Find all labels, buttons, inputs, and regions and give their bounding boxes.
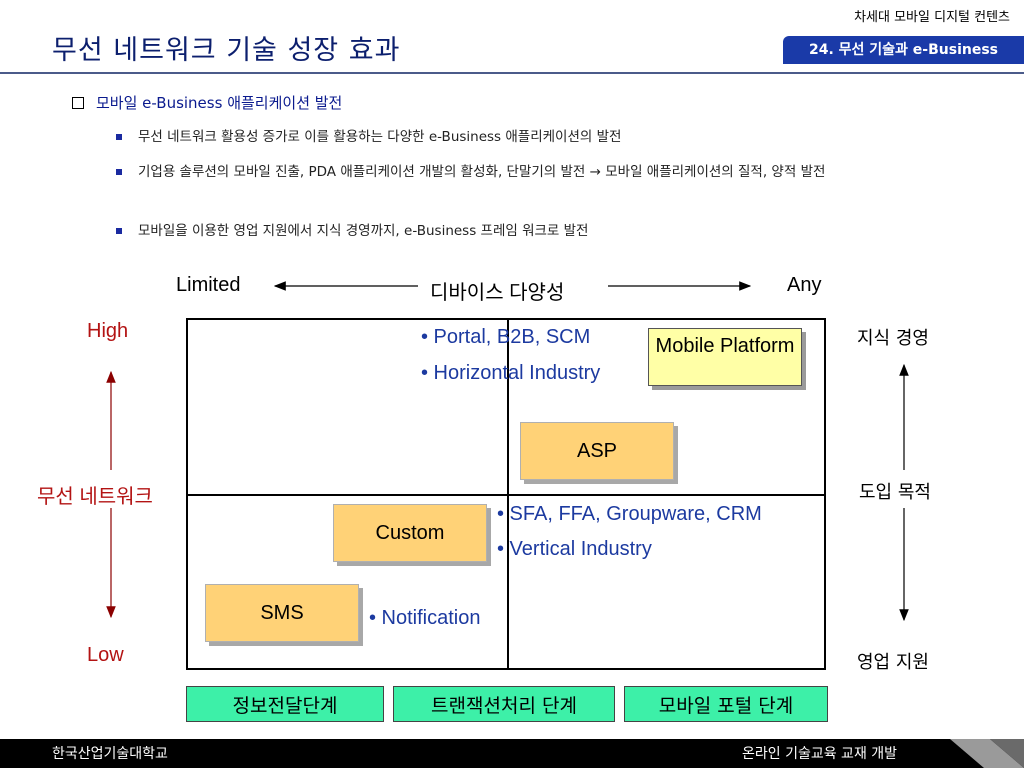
right-axis-label-sales-support: 영업 지원	[857, 652, 929, 673]
box-asp: ASP	[520, 422, 674, 480]
note-sfa-ffa-crm: • SFA, FFA, Groupware, CRM	[497, 503, 762, 525]
y-axis-label-low: Low	[87, 644, 124, 666]
x-axis-label-device-diversity: 디바이스 다양성	[430, 282, 565, 304]
footer-decoration-icon	[950, 739, 1024, 768]
x-axis-label-limited: Limited	[176, 274, 241, 296]
box-custom: Custom	[333, 504, 487, 562]
footer-project: 온라인 기술교육 교재 개발	[742, 746, 898, 762]
stage-transaction-processing: 트랜잭션처리 단계	[393, 686, 615, 722]
note-horizontal-industry: • Horizontal Industry	[421, 362, 601, 384]
stage-mobile-portal: 모바일 포털 단계	[624, 686, 828, 722]
stage-info-delivery: 정보전달단계	[186, 686, 384, 722]
y-axis-label-wireless-network: 무선 네트워크	[37, 486, 153, 508]
right-axis-label-knowledge-mgmt: 지식 경영	[857, 328, 929, 349]
box-mobile-platform: Mobile Platform	[648, 328, 802, 386]
note-notification: • Notification	[369, 607, 481, 629]
x-axis-label-any: Any	[787, 274, 822, 296]
note-vertical-industry: • Vertical Industry	[497, 538, 652, 560]
footer-university: 한국산업기술대학교	[52, 746, 168, 762]
note-portal-b2b-scm: • Portal, B2B, SCM	[421, 326, 591, 348]
grid-horizontal-divider	[186, 494, 826, 496]
box-sms: SMS	[205, 584, 359, 642]
y-axis-label-high: High	[87, 320, 129, 342]
right-axis-label-purpose: 도입 목적	[859, 482, 931, 503]
